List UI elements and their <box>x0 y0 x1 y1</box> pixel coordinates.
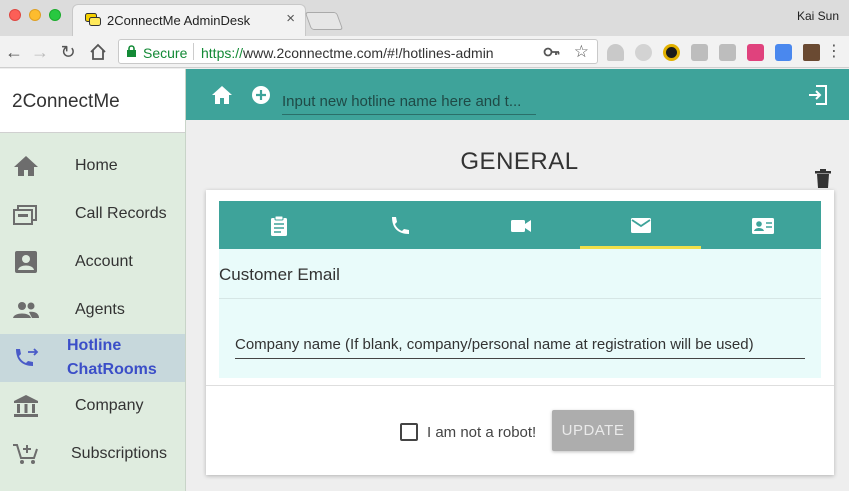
sidebar-item-label: Company <box>75 397 144 414</box>
tab-close-icon[interactable]: × <box>286 10 295 27</box>
sidebar-item-label: Agents <box>75 301 125 318</box>
videocam-icon <box>510 220 531 232</box>
tab-contact-card[interactable] <box>701 201 821 249</box>
trash-icon[interactable] <box>814 169 832 189</box>
new-tab-button[interactable] <box>304 12 344 30</box>
add-circle-icon[interactable] <box>251 85 271 105</box>
app-top-bar <box>186 69 849 120</box>
tab-phone[interactable] <box>339 201 459 249</box>
sidebar-item-label-line1: Hotline <box>67 337 122 354</box>
phone-forward-icon <box>16 348 39 366</box>
extension-screen-icon[interactable] <box>719 44 736 61</box>
card-divider <box>206 385 834 386</box>
main-content: GENERAL Customer Email Company name (If … <box>186 120 849 491</box>
email-icon <box>631 218 652 233</box>
sidebar-item-company[interactable]: Company <box>0 382 185 430</box>
email-settings-panel: Customer Email <box>219 249 821 378</box>
sidebar-item-hotline-chatrooms[interactable]: Hotline ChatRooms <box>0 334 185 382</box>
logout-icon[interactable] <box>808 85 828 105</box>
home-icon[interactable] <box>211 85 233 105</box>
sidebar: 2ConnectMe Home Call Records Account Age… <box>0 69 186 491</box>
sidebar-item-home[interactable]: Home <box>0 142 185 190</box>
not-robot-checkbox[interactable] <box>400 423 418 441</box>
browser-menu-icon[interactable]: ⋮ <box>824 42 844 62</box>
chat-bubbles-icon <box>85 13 101 26</box>
minimize-window-button[interactable] <box>29 9 41 21</box>
sidebar-item-label: Home <box>75 157 118 174</box>
back-arrow-icon[interactable]: ← <box>4 42 24 62</box>
people-icon <box>13 302 39 318</box>
brand-header: 2ConnectMe <box>0 69 185 133</box>
lock-icon <box>127 45 136 57</box>
contact-card-icon <box>751 218 774 234</box>
profile-name[interactable]: Kai Sun <box>797 9 839 23</box>
sidebar-item-label: Call Records <box>75 205 167 222</box>
page-title: GENERAL <box>460 148 579 175</box>
tab-title: 2ConnectMe AdminDesk <box>107 13 251 28</box>
sidebar-item-label: Subscriptions <box>71 445 168 462</box>
panel-title: Customer Email <box>219 265 340 284</box>
browser-toolbar: ← → ↻ Secure https://www.2connectme.com/… <box>0 36 849 68</box>
phone-icon <box>392 217 410 234</box>
sidebar-item-account[interactable]: Account <box>0 238 185 286</box>
url-scheme: https:// <box>201 45 244 61</box>
sidebar-item-subscriptions[interactable]: Subscriptions <box>0 430 185 478</box>
extension-camera-icon[interactable] <box>747 44 764 61</box>
extension-translate-icon[interactable] <box>775 44 792 61</box>
account-box-icon <box>15 251 37 273</box>
url-path: www.2connectme.com/#!/hotlines-admin <box>243 45 494 61</box>
bookmark-star-icon[interactable]: ☆ <box>574 42 589 62</box>
clipboard-icon <box>271 215 287 236</box>
key-icon[interactable] <box>543 44 561 60</box>
brand-name: 2ConnectMe <box>12 91 120 112</box>
sidebar-item-agents[interactable]: Agents <box>0 286 185 334</box>
home-page-icon[interactable] <box>88 42 108 62</box>
browser-tab[interactable]: 2ConnectMe AdminDesk × <box>72 4 306 36</box>
url-text[interactable]: https://www.2connectme.com/#!/hotlines-a… <box>201 45 494 61</box>
close-window-button[interactable] <box>9 9 21 21</box>
tab-clipboard[interactable] <box>219 201 339 249</box>
company-name-input[interactable] <box>235 331 805 359</box>
sidebar-item-call-records[interactable]: Call Records <box>0 190 185 238</box>
extension-chat-icon[interactable] <box>691 44 708 61</box>
address-bar[interactable]: Secure https://www.2connectme.com/#!/hot… <box>118 39 598 64</box>
zoom-window-button[interactable] <box>49 9 61 21</box>
tab-email[interactable] <box>580 201 701 249</box>
channel-tabs <box>219 201 821 249</box>
extension-circle-icon[interactable] <box>663 44 680 61</box>
archive-icon <box>13 205 37 225</box>
url-separator <box>193 43 194 60</box>
panel-divider <box>219 298 821 299</box>
hotline-name-input[interactable] <box>282 89 536 115</box>
extension-avatar-icon[interactable] <box>803 44 820 61</box>
extension-skype-icon[interactable] <box>635 44 652 61</box>
cart-plus-icon <box>13 444 38 464</box>
secure-label: Secure <box>143 45 188 61</box>
browser-tab-bar: 2ConnectMe AdminDesk × Kai Sun <box>0 0 849 36</box>
not-robot-label[interactable]: I am not a robot! <box>427 424 536 441</box>
sidebar-item-label: Account <box>75 253 133 270</box>
tab-video[interactable] <box>460 201 580 249</box>
forward-arrow-icon[interactable]: → <box>30 42 50 62</box>
sidebar-item-label-line2: ChatRooms <box>67 361 157 378</box>
settings-card: Customer Email I am not a robot! UPDATE <box>206 190 834 475</box>
extension-drive-icon[interactable] <box>607 44 624 61</box>
update-button[interactable]: UPDATE <box>552 410 634 451</box>
bank-icon <box>14 395 38 417</box>
home-icon <box>14 156 38 176</box>
reload-icon[interactable]: ↻ <box>58 42 78 62</box>
